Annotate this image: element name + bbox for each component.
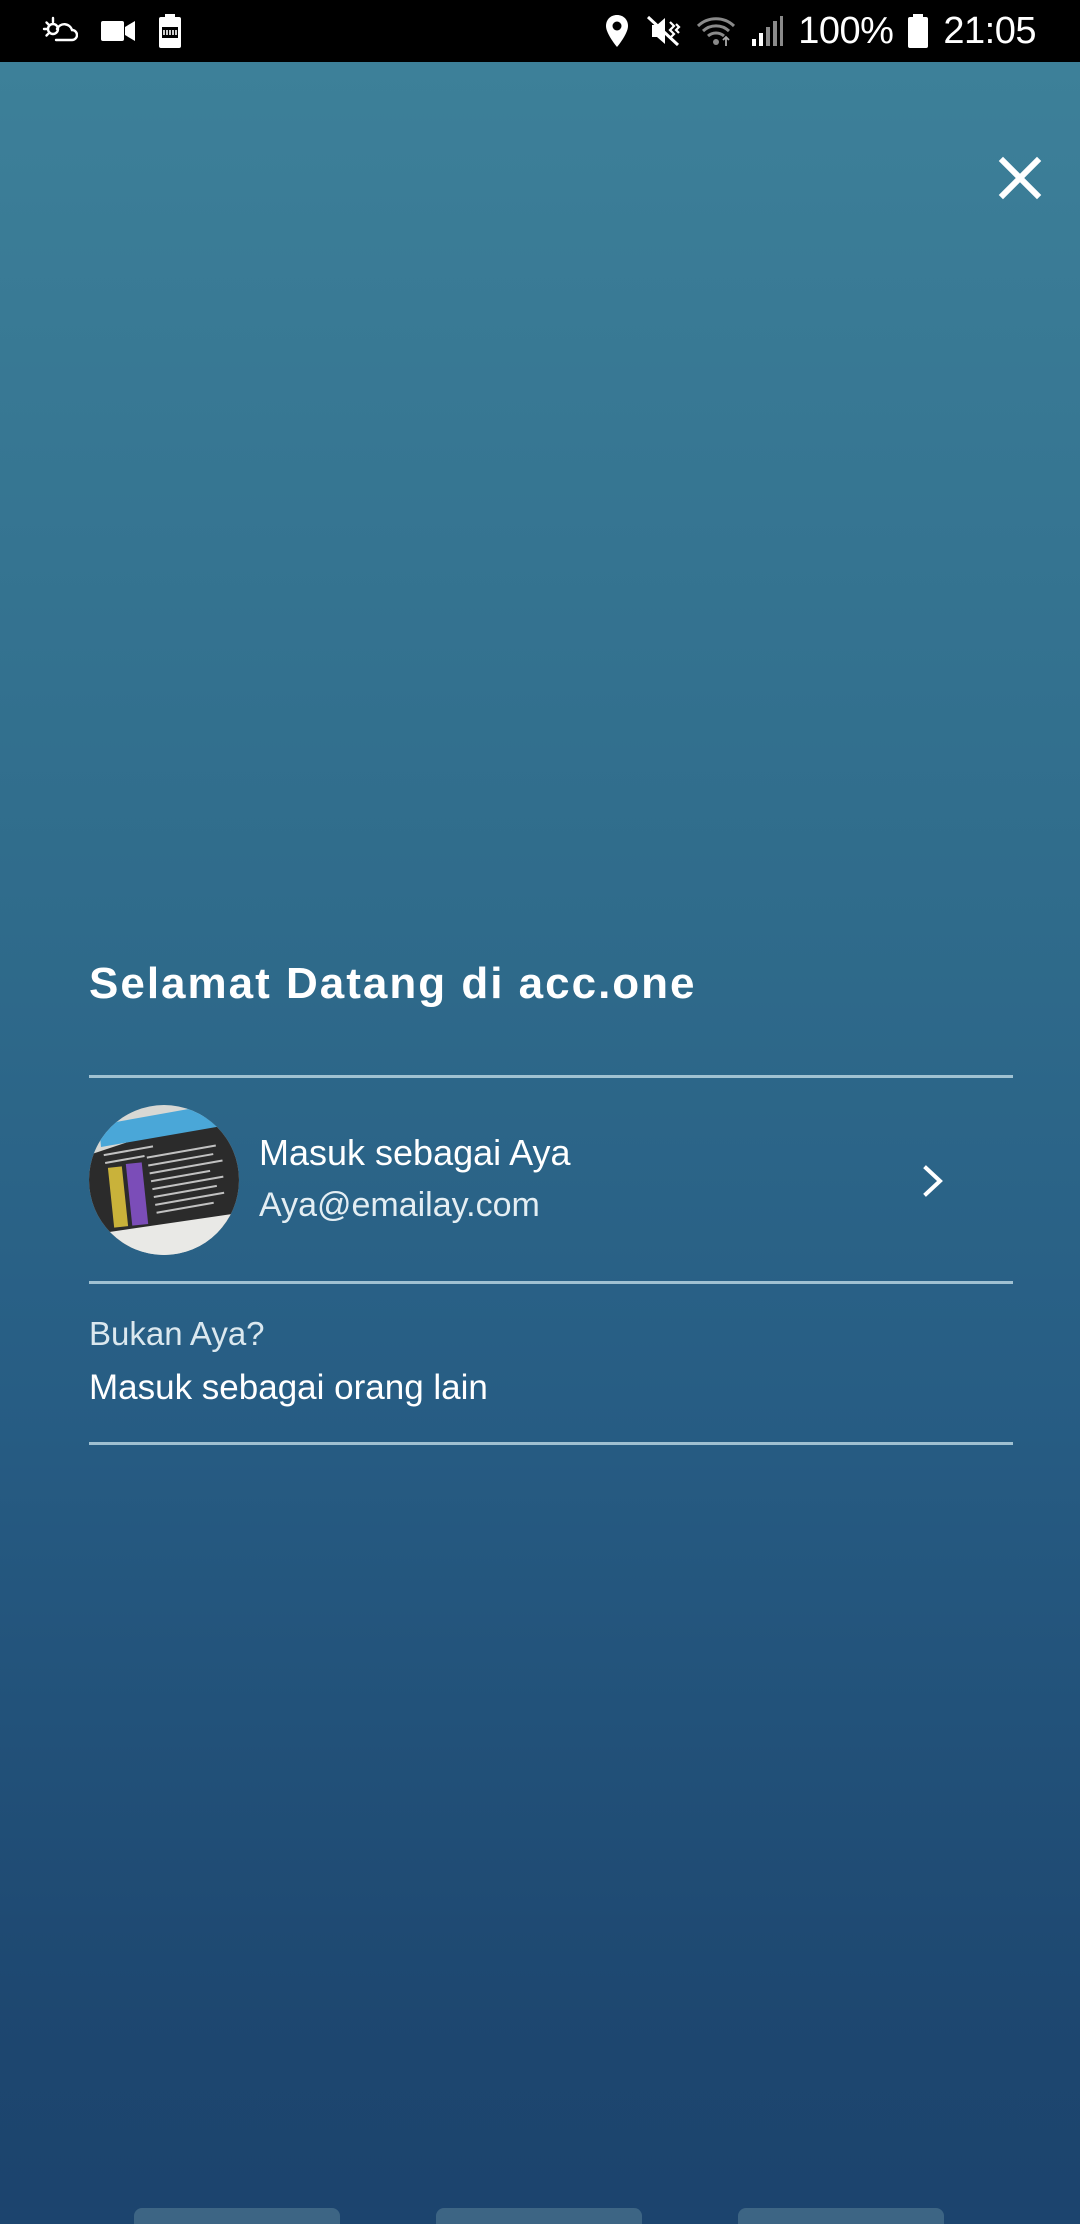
battery-percent: 100% [798, 9, 894, 52]
mute-vibrate-icon [647, 15, 681, 47]
divider [89, 1075, 1013, 1078]
battery-saver-icon [159, 14, 181, 48]
bottom-tab[interactable] [436, 2208, 642, 2224]
avatar [89, 1105, 239, 1255]
video-camera-icon [101, 21, 135, 41]
bottom-tab[interactable] [134, 2208, 340, 2224]
daydream-icon [42, 16, 78, 42]
sign-in-as-other-row[interactable]: Bukan Aya? Masuk sebagai orang lain [89, 1286, 1013, 1442]
divider [89, 1281, 1013, 1284]
status-bar: 100% 21:05 [0, 0, 1080, 62]
account-email: Aya@emailay.com [259, 1186, 540, 1224]
battery-icon [908, 14, 929, 48]
not-you-question: Bukan Aya? [89, 1315, 265, 1352]
close-icon [998, 156, 1042, 200]
divider [89, 1442, 1013, 1445]
welcome-screen: Selamat Datang di acc.one Masuk sebagai … [0, 62, 1080, 2220]
sign-in-as-other-link[interactable]: Masuk sebagai orang lain [89, 1367, 488, 1409]
status-left-icons [42, 14, 182, 48]
page-title: Selamat Datang di acc.one [89, 959, 697, 1008]
sign-in-as-account-row[interactable]: Masuk sebagai Aya Aya@emailay.com [89, 1079, 1013, 1283]
wifi-icon [697, 17, 736, 46]
bottom-tab[interactable] [738, 2208, 944, 2224]
signal-icon [752, 16, 784, 46]
clock: 21:05 [943, 9, 1036, 52]
close-button[interactable] [988, 146, 1052, 210]
sign-in-as-label: Masuk sebagai Aya [259, 1132, 571, 1173]
location-icon [606, 15, 629, 47]
chevron-right-icon [923, 1165, 943, 1197]
status-right-icons: 100% 21:05 [604, 10, 1036, 53]
